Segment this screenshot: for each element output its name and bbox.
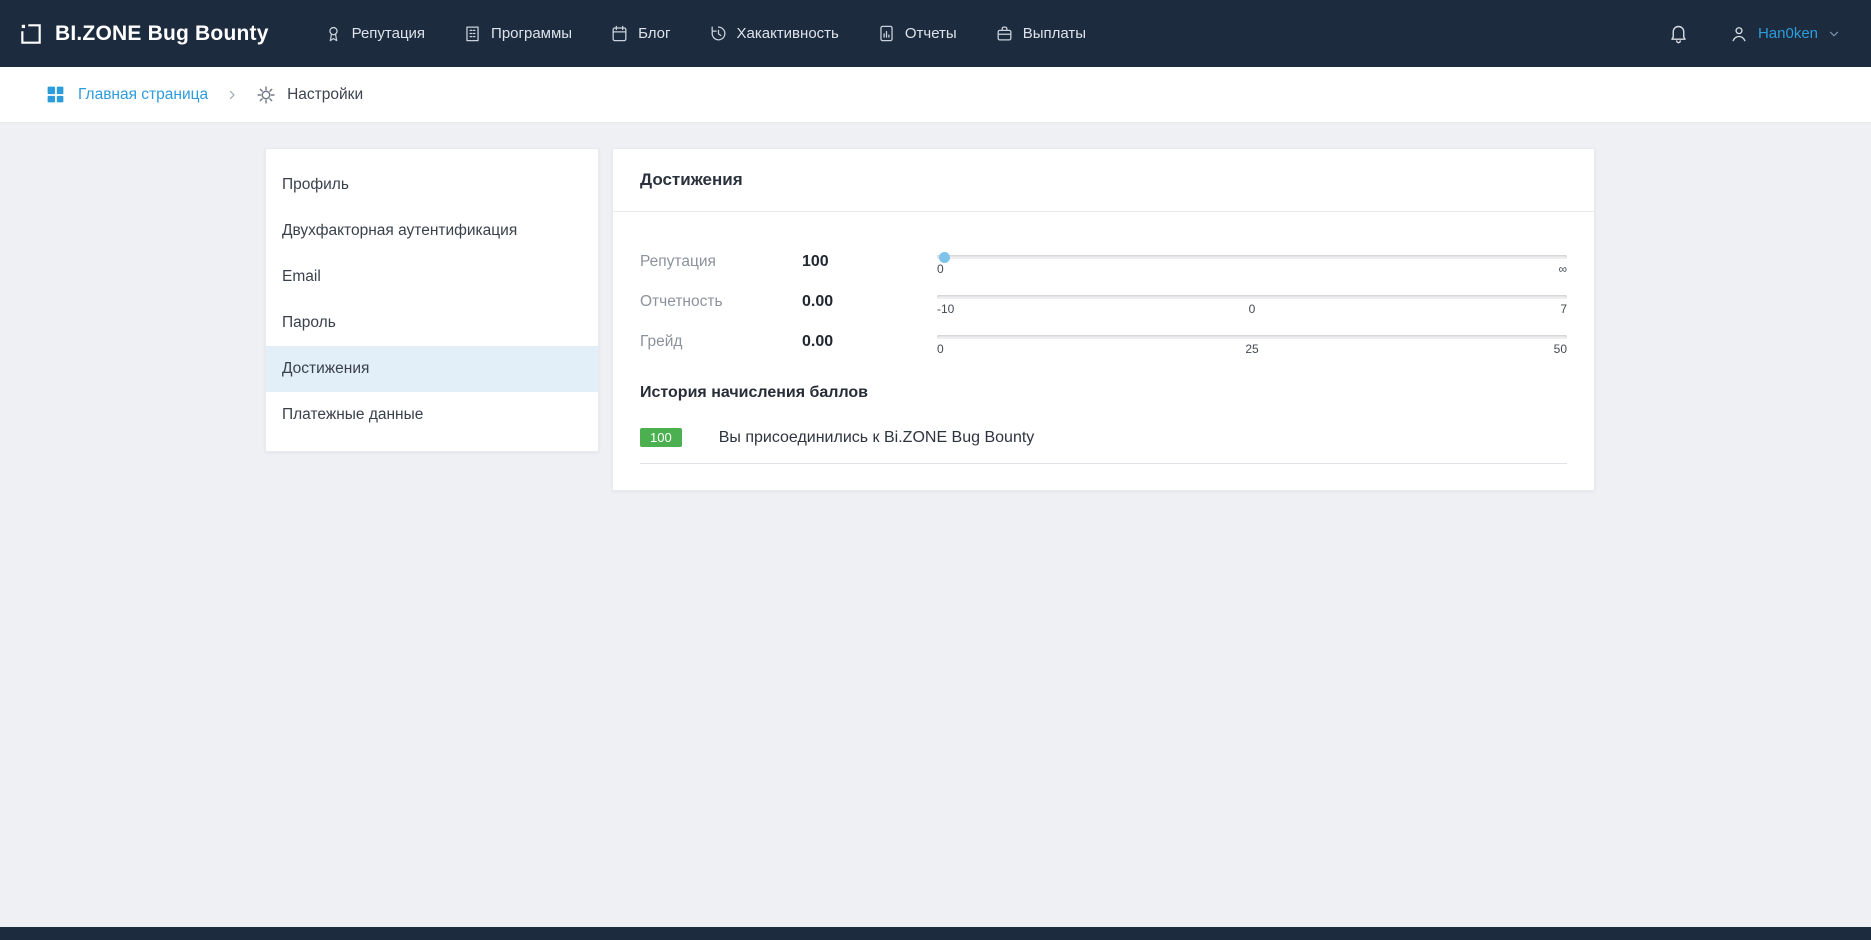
sidebar-item-label: Пароль bbox=[282, 314, 336, 332]
nav-item-payouts[interactable]: Выплаты bbox=[976, 0, 1105, 67]
reputation-icon bbox=[324, 24, 343, 43]
reputation-slider: 0 ∞ bbox=[937, 247, 1567, 277]
slider-max: ∞ bbox=[1558, 262, 1567, 276]
history-entry-text: Вы присоединились к Bi.ZONE Bug Bounty bbox=[719, 429, 1035, 447]
points-badge: 100 bbox=[640, 428, 682, 447]
reports-icon bbox=[877, 24, 896, 43]
programs-icon bbox=[463, 24, 482, 43]
nav-item-programs[interactable]: Программы bbox=[444, 0, 591, 67]
brand-title: BI.ZONE Bug Bounty bbox=[55, 22, 269, 46]
achievements-card: Достижения Репутация 100 0 ∞ Отчетность bbox=[612, 148, 1595, 491]
slider-min: -10 bbox=[937, 302, 954, 316]
notifications-button[interactable] bbox=[1668, 23, 1689, 44]
card-title: Достижения bbox=[613, 149, 1594, 212]
main-content: Профиль Двухфакторная аутентификация Ema… bbox=[265, 148, 1871, 491]
briefcase-icon bbox=[995, 24, 1014, 43]
sidebar-item-achievements[interactable]: Достижения bbox=[266, 346, 598, 392]
sidebar-item-payment-details[interactable]: Платежные данные bbox=[266, 392, 598, 438]
topnav-right: Han0ken bbox=[1668, 23, 1841, 44]
chevron-right-icon bbox=[226, 89, 238, 101]
metrics-section: Репутация 100 0 ∞ Отчетность 0.00 bbox=[613, 212, 1594, 370]
slider-min: 0 bbox=[937, 342, 944, 356]
nav-item-reports[interactable]: Отчеты bbox=[858, 0, 976, 67]
brand-logo[interactable]: BI.ZONE Bug Bounty bbox=[18, 21, 269, 47]
nav-item-label: Программы bbox=[491, 25, 572, 42]
breadcrumb-current: Настройки bbox=[256, 85, 363, 105]
metric-value: 0.00 bbox=[802, 293, 937, 311]
home-grid-icon bbox=[45, 84, 66, 105]
grade-slider: 0 25 50 bbox=[937, 327, 1567, 357]
sidebar-item-label: Профиль bbox=[282, 176, 349, 194]
slider-min: 0 bbox=[937, 262, 944, 276]
slider-mid: 0 bbox=[1249, 302, 1256, 316]
breadcrumb-home-link[interactable]: Главная страница bbox=[45, 84, 208, 105]
sidebar-item-2fa[interactable]: Двухфакторная аутентификация bbox=[266, 208, 598, 254]
top-navigation: BI.ZONE Bug Bounty Репутация Программы Б… bbox=[0, 0, 1871, 67]
breadcrumb-current-label: Настройки bbox=[287, 86, 363, 104]
user-menu[interactable]: Han0ken bbox=[1729, 24, 1841, 44]
calendar-icon bbox=[610, 24, 629, 43]
user-icon bbox=[1729, 24, 1749, 44]
slider-dot bbox=[939, 252, 950, 263]
slider-max: 50 bbox=[1554, 342, 1567, 356]
breadcrumb: Главная страница Настройки bbox=[0, 67, 1871, 123]
nav-item-blog[interactable]: Блог bbox=[591, 0, 689, 67]
bell-icon bbox=[1668, 23, 1689, 44]
sidebar-item-email[interactable]: Email bbox=[266, 254, 598, 300]
sidebar-item-label: Email bbox=[282, 268, 321, 286]
nav-item-reputation[interactable]: Репутация bbox=[305, 0, 444, 67]
slider-mid: 25 bbox=[1245, 342, 1258, 356]
nav-item-label: Репутация bbox=[352, 25, 425, 42]
sidebar-item-label: Платежные данные bbox=[282, 406, 423, 424]
chevron-down-icon bbox=[1827, 27, 1841, 41]
user-name: Han0ken bbox=[1758, 25, 1818, 42]
metric-label: Отчетность bbox=[640, 293, 802, 311]
metric-row-reporting: Отчетность 0.00 -10 0 7 bbox=[640, 282, 1567, 322]
metric-row-reputation: Репутация 100 0 ∞ bbox=[640, 242, 1567, 282]
history-icon bbox=[709, 24, 728, 43]
settings-sidebar: Профиль Двухфакторная аутентификация Ema… bbox=[265, 148, 599, 452]
sidebar-item-label: Двухфакторная аутентификация bbox=[282, 222, 517, 240]
history-entry: 100 Вы присоединились к Bi.ZONE Bug Boun… bbox=[640, 406, 1567, 464]
metric-value: 100 bbox=[802, 253, 937, 271]
sidebar-item-label: Достижения bbox=[282, 360, 369, 378]
history-title: История начисления баллов bbox=[613, 370, 1594, 406]
bizone-logo-icon bbox=[18, 21, 44, 47]
slider-max: 7 bbox=[1560, 302, 1567, 316]
metric-value: 0.00 bbox=[802, 333, 937, 351]
nav-item-label: Хакактивность bbox=[737, 25, 839, 42]
reporting-slider: -10 0 7 bbox=[937, 287, 1567, 317]
sidebar-item-password[interactable]: Пароль bbox=[266, 300, 598, 346]
footer-strip bbox=[0, 927, 1871, 940]
breadcrumb-home-label: Главная страница bbox=[78, 86, 208, 104]
metric-row-grade: Грейд 0.00 0 25 50 bbox=[640, 322, 1567, 362]
slider-track bbox=[937, 255, 1567, 259]
nav-item-label: Выплаты bbox=[1023, 25, 1086, 42]
metric-label: Репутация bbox=[640, 253, 802, 271]
sidebar-item-profile[interactable]: Профиль bbox=[266, 162, 598, 208]
nav-item-label: Блог bbox=[638, 25, 670, 42]
slider-track bbox=[937, 295, 1567, 299]
gear-icon bbox=[256, 85, 276, 105]
metric-label: Грейд bbox=[640, 333, 802, 351]
nav-item-label: Отчеты bbox=[905, 25, 957, 42]
nav-item-hackactivity[interactable]: Хакактивность bbox=[690, 0, 858, 67]
slider-track bbox=[937, 335, 1567, 339]
